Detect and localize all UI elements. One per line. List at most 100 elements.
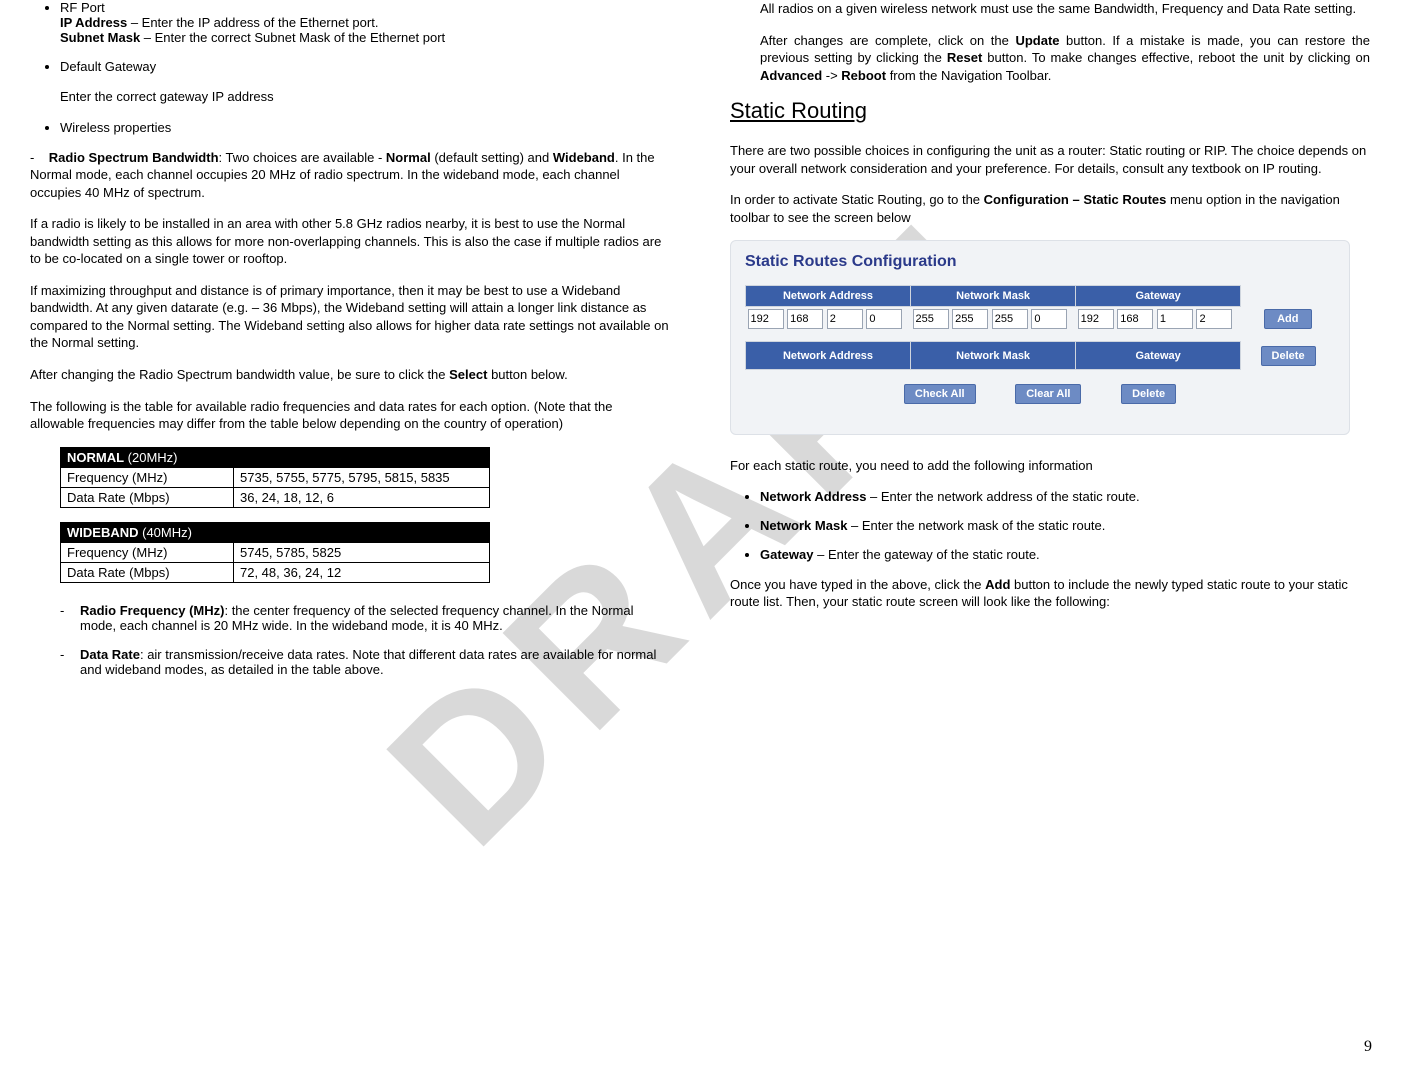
nm-oct-4[interactable] (1031, 309, 1067, 329)
na-oct-3[interactable] (827, 309, 863, 329)
left-column: RF Port IP Address – Enter the IP addres… (20, 0, 680, 691)
ip-label: IP Address (60, 15, 127, 30)
page-content: RF Port IP Address – Enter the IP addres… (0, 0, 1402, 691)
bullet-wireless: Wireless properties (60, 120, 670, 135)
add-button[interactable]: Add (1264, 309, 1312, 329)
bullet-rf-port: RF Port IP Address – Enter the IP addres… (60, 0, 670, 45)
wide-rate-val: 72, 48, 36, 24, 12 (234, 562, 490, 582)
cfg-gw-cell (1076, 307, 1241, 332)
gw-oct-2[interactable] (1117, 309, 1153, 329)
p4b: Select (449, 367, 487, 382)
delete-row-button[interactable]: Delete (1261, 346, 1316, 366)
gw-oct-3[interactable] (1157, 309, 1193, 329)
r2-adv: Advanced (760, 68, 822, 83)
ip-text: – Enter the IP address of the Ethernet p… (127, 15, 378, 30)
para-select: After changing the Radio Spectrum bandwi… (30, 366, 670, 384)
li-network-mask: Network Mask – Enter the network mask of… (760, 518, 1370, 533)
para-throughput: If maximizing throughput and distance is… (30, 282, 670, 352)
rsb-t1: : Two choices are available - (219, 150, 386, 165)
r-para5: For each static route, you need to add t… (730, 457, 1370, 475)
r-para6: Once you have typed in the above, click … (730, 576, 1370, 611)
gateway-text: Enter the correct gateway IP address (60, 88, 670, 106)
wide-freq-label: Frequency (MHz) (61, 542, 234, 562)
li-network-address: Network Address – Enter the network addr… (760, 489, 1370, 504)
check-all-button[interactable]: Check All (904, 384, 976, 404)
li2b: – Enter the network mask of the static r… (847, 518, 1105, 533)
static-routing-heading: Static Routing (730, 98, 1370, 124)
para-nearby: If a radio is likely to be installed in … (30, 215, 670, 268)
cfg-nm-cell (911, 307, 1076, 332)
p4c: button below. (487, 367, 567, 382)
rf-label: Radio Frequency (MHz) (80, 603, 224, 618)
ip-line: IP Address – Enter the IP address of the… (60, 15, 670, 30)
clear-all-button[interactable]: Clear All (1015, 384, 1081, 404)
cfg-add-cell: Add (1241, 307, 1335, 332)
dr-label: Data Rate (80, 647, 140, 662)
cfg-col-nm: Network Mask (911, 286, 1076, 307)
r-para2: After changes are complete, click on the… (760, 32, 1370, 85)
r-para3: There are two possible choices in config… (730, 142, 1370, 177)
normal-table: NORMAL (20MHz) Frequency (MHz) 5735, 575… (60, 447, 490, 508)
cfg-title: Static Routes Configuration (745, 253, 1335, 271)
normal-freq-val: 5735, 5755, 5775, 5795, 5815, 5835 (234, 467, 490, 487)
cfg2-col-na: Network Address (746, 342, 911, 370)
rf-port-label: RF Port (60, 0, 105, 15)
gw-oct-4[interactable] (1196, 309, 1232, 329)
cfg-input-table: Network Address Network Mask Gateway (745, 285, 1335, 331)
cfg-col-na: Network Address (746, 286, 911, 307)
cfg-na-cell (746, 307, 911, 332)
li2a: Network Mask (760, 518, 847, 533)
nm-oct-2[interactable] (952, 309, 988, 329)
wide-hdr: WIDEBAND (40MHz) (61, 522, 490, 542)
li3a: Gateway (760, 547, 813, 562)
wideband-table: WIDEBAND (40MHz) Frequency (MHz) 5745, 5… (60, 522, 490, 583)
rsb-label: Radio Spectrum Bandwidth (49, 150, 219, 165)
na-oct-1[interactable] (748, 309, 784, 329)
r2a: After changes are complete, click on the (760, 33, 1015, 48)
rsb-t2: (default setting) and (431, 150, 553, 165)
r2-reset: Reset (947, 50, 982, 65)
gw-oct-1[interactable] (1078, 309, 1114, 329)
subnet-label: Subnet Mask (60, 30, 140, 45)
cfg2-col-nm: Network Mask (911, 342, 1076, 370)
na-oct-4[interactable] (866, 309, 902, 329)
dash-mark: - (60, 603, 80, 633)
r2-update: Update (1015, 33, 1059, 48)
wide-rate-label: Data Rate (Mbps) (61, 562, 234, 582)
r-para4: In order to activate Static Routing, go … (730, 191, 1370, 226)
wide-freq-val: 5745, 5785, 5825 (234, 542, 490, 562)
li1b: – Enter the network address of the stati… (866, 489, 1139, 504)
wide-hdr-t: (40MHz) (139, 525, 192, 540)
nm-oct-3[interactable] (992, 309, 1028, 329)
li1a: Network Address (760, 489, 866, 504)
nm-oct-1[interactable] (913, 309, 949, 329)
r6b: Add (985, 577, 1010, 592)
cfg-list-table: Network Address Network Mask Gateway Del… (745, 341, 1335, 370)
normal-rate-label: Data Rate (Mbps) (61, 487, 234, 507)
r-para1: All radios on a given wireless network m… (760, 0, 1370, 18)
r2-reboot: Reboot (841, 68, 886, 83)
r2c: button. To make changes effective, reboo… (982, 50, 1370, 65)
bullet-gateway: Default Gateway (60, 59, 670, 74)
delete-button[interactable]: Delete (1121, 384, 1176, 404)
rsb-wideband: Wideband (553, 150, 615, 165)
cfg2-col-gw: Gateway (1076, 342, 1241, 370)
subnet-line: Subnet Mask – Enter the correct Subnet M… (60, 30, 670, 45)
normal-hdr-b: NORMAL (67, 450, 124, 465)
na-oct-2[interactable] (787, 309, 823, 329)
gateway-label: Default Gateway (60, 59, 156, 74)
r4b: Configuration – Static Routes (984, 192, 1167, 207)
rsb-normal: Normal (386, 150, 431, 165)
p4a: After changing the Radio Spectrum bandwi… (30, 367, 449, 382)
para-table-intro: The following is the table for available… (30, 398, 670, 433)
wireless-label: Wireless properties (60, 120, 171, 135)
normal-hdr: NORMAL (20MHz) (61, 447, 490, 467)
r6a: Once you have typed in the above, click … (730, 577, 985, 592)
cfg2-del-cell: Delete (1241, 342, 1335, 370)
page-number: 9 (1364, 1038, 1372, 1056)
normal-rate-val: 36, 24, 18, 12, 6 (234, 487, 490, 507)
right-column: All radios on a given wireless network m… (720, 0, 1380, 691)
r4a: In order to activate Static Routing, go … (730, 192, 984, 207)
wide-hdr-b: WIDEBAND (67, 525, 139, 540)
cfg-col-gw: Gateway (1076, 286, 1241, 307)
